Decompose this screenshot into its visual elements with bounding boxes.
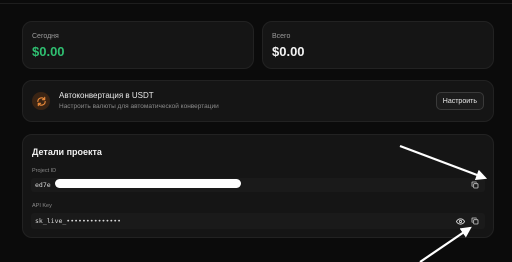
- stat-card-today: Сегодня $0.00: [22, 21, 254, 69]
- autoconvert-title: Автоконвертация в USDT: [59, 91, 154, 100]
- copy-icon[interactable]: [470, 180, 480, 190]
- top-divider: [0, 0, 512, 4]
- stat-total-value: $0.00: [272, 44, 305, 59]
- api-key-value: sk_live_••••••••••••••: [35, 217, 122, 225]
- stat-card-total: Всего $0.00: [262, 21, 494, 69]
- eye-icon[interactable]: [455, 216, 465, 226]
- api-key-label: API Key: [32, 203, 52, 209]
- project-id-value: ed7e: [35, 181, 51, 189]
- dashboard-page: Сегодня $0.00 Всего $0.00 Автоконвертаци…: [0, 0, 512, 262]
- stat-today-value: $0.00: [32, 44, 65, 59]
- stat-today-label: Сегодня: [32, 33, 59, 40]
- autoconvert-card: Автоконвертация в USDT Настроить валюты …: [22, 80, 494, 122]
- project-id-label: Project ID: [32, 168, 57, 174]
- stat-total-label: Всего: [272, 33, 291, 40]
- refresh-icon: [32, 92, 50, 110]
- copy-icon[interactable]: [470, 216, 480, 226]
- setup-button[interactable]: Настроить: [435, 92, 484, 110]
- details-title: Детали проекта: [32, 147, 102, 157]
- project-id-field: ed7e: [31, 178, 485, 192]
- project-details-card: Детали проекта Project ID ed7e API Key s…: [22, 134, 494, 238]
- api-key-field: sk_live_••••••••••••••: [31, 213, 485, 229]
- redaction-bar: [55, 179, 241, 188]
- autoconvert-subtitle: Настроить валюты для автоматической конв…: [59, 103, 219, 110]
